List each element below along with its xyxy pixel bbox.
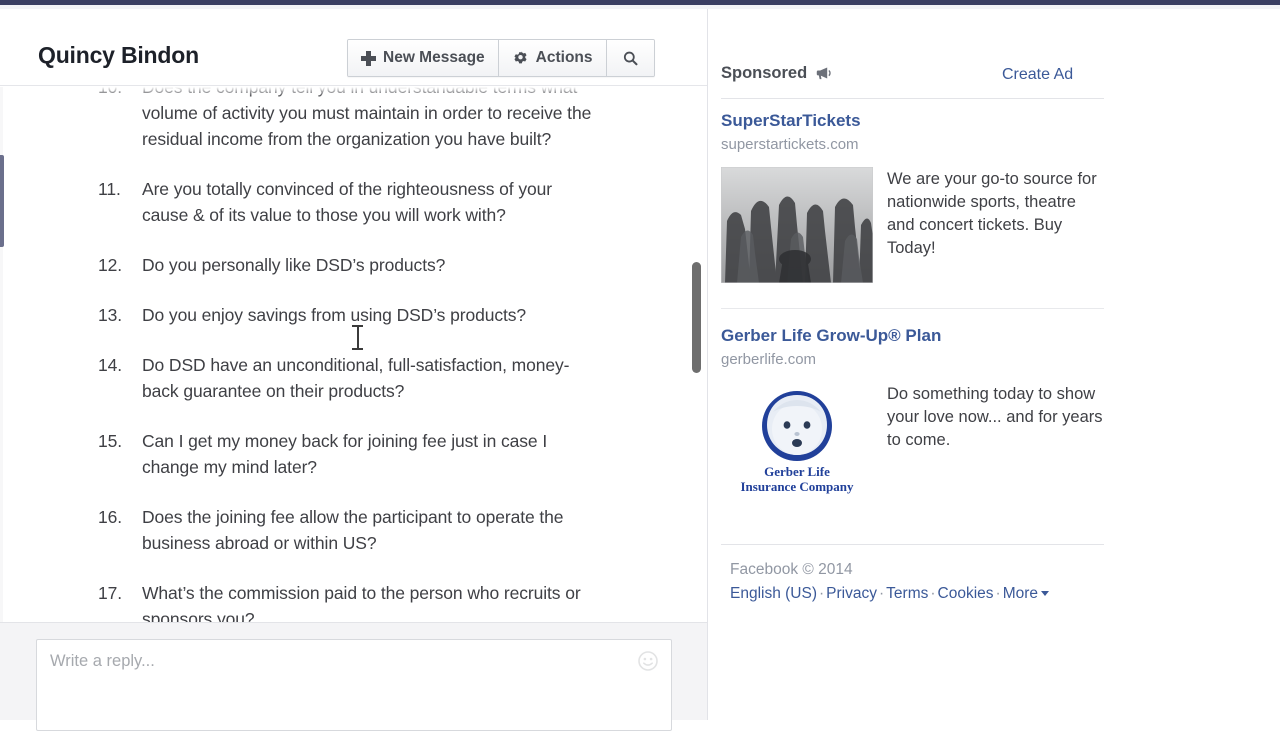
list-item: 13. Do you enjoy savings from using DSD’… [4, 302, 707, 328]
list-item-text: Does the company tell you in understanda… [142, 87, 592, 149]
composer-area: Write a reply... [0, 622, 707, 731]
message-scroll-area[interactable]: 10. Does the company tell you in underst… [4, 87, 707, 622]
list-item-text: Are you totally convinced of the righteo… [142, 179, 552, 225]
sponsored-label: Sponsored [721, 64, 808, 82]
message-scrollbar-thumb[interactable] [692, 262, 701, 373]
list-item-text: Does the joining fee allow the participa… [142, 507, 564, 553]
header-action-button-group: New Message Actions [347, 39, 655, 77]
ad-body: Gerber Life Insurance Company Do somethi… [721, 382, 1104, 498]
list-item: 14. Do DSD have an unconditional, full-s… [4, 352, 707, 404]
thread-header: Quincy Bindon New Message Actions [0, 9, 707, 86]
list-item: 16. Does the joining fee allow the parti… [4, 504, 707, 556]
divider [721, 544, 1104, 545]
new-message-button-label: New Message [383, 49, 485, 66]
ad-domain: superstartickets.com [721, 136, 859, 153]
footer-separator: · [879, 585, 885, 602]
crowd-hands-photo[interactable] [721, 167, 873, 283]
ad-body: We are your go-to source for nationwide … [721, 167, 1104, 283]
divider [721, 98, 1104, 99]
new-message-button[interactable]: New Message [348, 40, 499, 76]
footer-link-cookies[interactable]: Cookies [938, 585, 994, 602]
reply-input-wrapper[interactable]: Write a reply... [36, 639, 672, 731]
message-list: 10. Does the company tell you in underst… [4, 87, 707, 622]
copyright-text: Facebook © 2014 [730, 561, 853, 578]
list-item-number: 14. [98, 355, 123, 375]
sponsored-sidebar: Sponsored Create Ad SuperStarTickets sup… [709, 9, 1280, 720]
gerber-logo-line2: Insurance Company [740, 479, 854, 494]
list-item: 12. Do you personally like DSD’s product… [4, 252, 707, 278]
footer-separator: · [819, 585, 825, 602]
page-root: Quincy Bindon New Message Actions 10. Do… [0, 9, 1280, 731]
list-item: 11. Are you totally convinced of the rig… [4, 176, 707, 228]
conversation-column: Quincy Bindon New Message Actions 10. Do… [0, 9, 708, 731]
ad-copy: Do something today to show your love now… [887, 385, 1103, 449]
site-footer: Facebook © 2014 English (US) · Privacy · Ter… [730, 559, 1110, 605]
smiley-icon[interactable] [638, 651, 658, 671]
list-item: 15. Can I get my money back for joining … [4, 428, 707, 480]
megaphone-icon [816, 66, 833, 81]
footer-link-language[interactable]: English (US) [730, 585, 817, 602]
divider [721, 308, 1104, 309]
list-item-number: 16. [98, 507, 123, 527]
ad-title[interactable]: Gerber Life Grow-Up® Plan [721, 325, 1104, 347]
list-item: 17. What’s the commission paid to the pe… [4, 580, 707, 622]
search-icon [622, 50, 639, 67]
list-item-text: Do you enjoy savings from using DSD’s pr… [142, 305, 527, 325]
footer-links: English (US) · Privacy · Terms · Cookies · More [730, 583, 1110, 605]
page-title: Quincy Bindon [38, 42, 199, 68]
list-item-number: 11. [98, 179, 121, 199]
footer-separator: · [930, 585, 936, 602]
list-item-number: 10. [98, 87, 123, 97]
list-item-text: What’s the commission paid to the person… [142, 583, 581, 622]
ad-unit[interactable]: SuperStarTickets superstartickets.com We… [721, 110, 1104, 283]
gerber-life-logo[interactable]: Gerber Life Insurance Company [721, 382, 873, 498]
footer-link-privacy[interactable]: Privacy [826, 585, 877, 602]
gerber-logo-line1: Gerber Life [764, 464, 830, 479]
actions-button-label: Actions [535, 49, 593, 66]
gear-icon [512, 50, 529, 67]
list-item-number: 15. [98, 431, 123, 451]
list-item: 10. Does the company tell you in underst… [4, 87, 707, 152]
chevron-down-icon[interactable] [1041, 591, 1050, 597]
reply-input-placeholder[interactable]: Write a reply... [50, 652, 155, 671]
ad-unit[interactable]: Gerber Life Grow-Up® Plan gerberlife.com… [721, 325, 1104, 498]
ad-domain: gerberlife.com [721, 351, 817, 368]
search-button[interactable] [606, 40, 654, 76]
list-item-text: Can I get my money back for joining fee … [142, 431, 548, 477]
footer-separator: · [995, 585, 1001, 602]
plus-icon [361, 50, 376, 66]
footer-link-more[interactable]: More [1003, 585, 1038, 602]
list-item-number: 17. [98, 583, 123, 603]
list-item-number: 12. [98, 255, 123, 275]
footer-link-terms[interactable]: Terms [886, 585, 928, 602]
list-item-text: Do you personally like DSD’s products? [142, 255, 446, 275]
create-ad-link[interactable]: Create Ad [1002, 66, 1073, 84]
ad-title[interactable]: SuperStarTickets [721, 110, 1104, 132]
list-item-text: Do DSD have an unconditional, full-satis… [142, 355, 570, 401]
list-item-number: 13. [98, 305, 123, 325]
actions-button[interactable]: Actions [498, 40, 607, 76]
ad-copy: We are your go-to source for nationwide … [887, 170, 1097, 257]
